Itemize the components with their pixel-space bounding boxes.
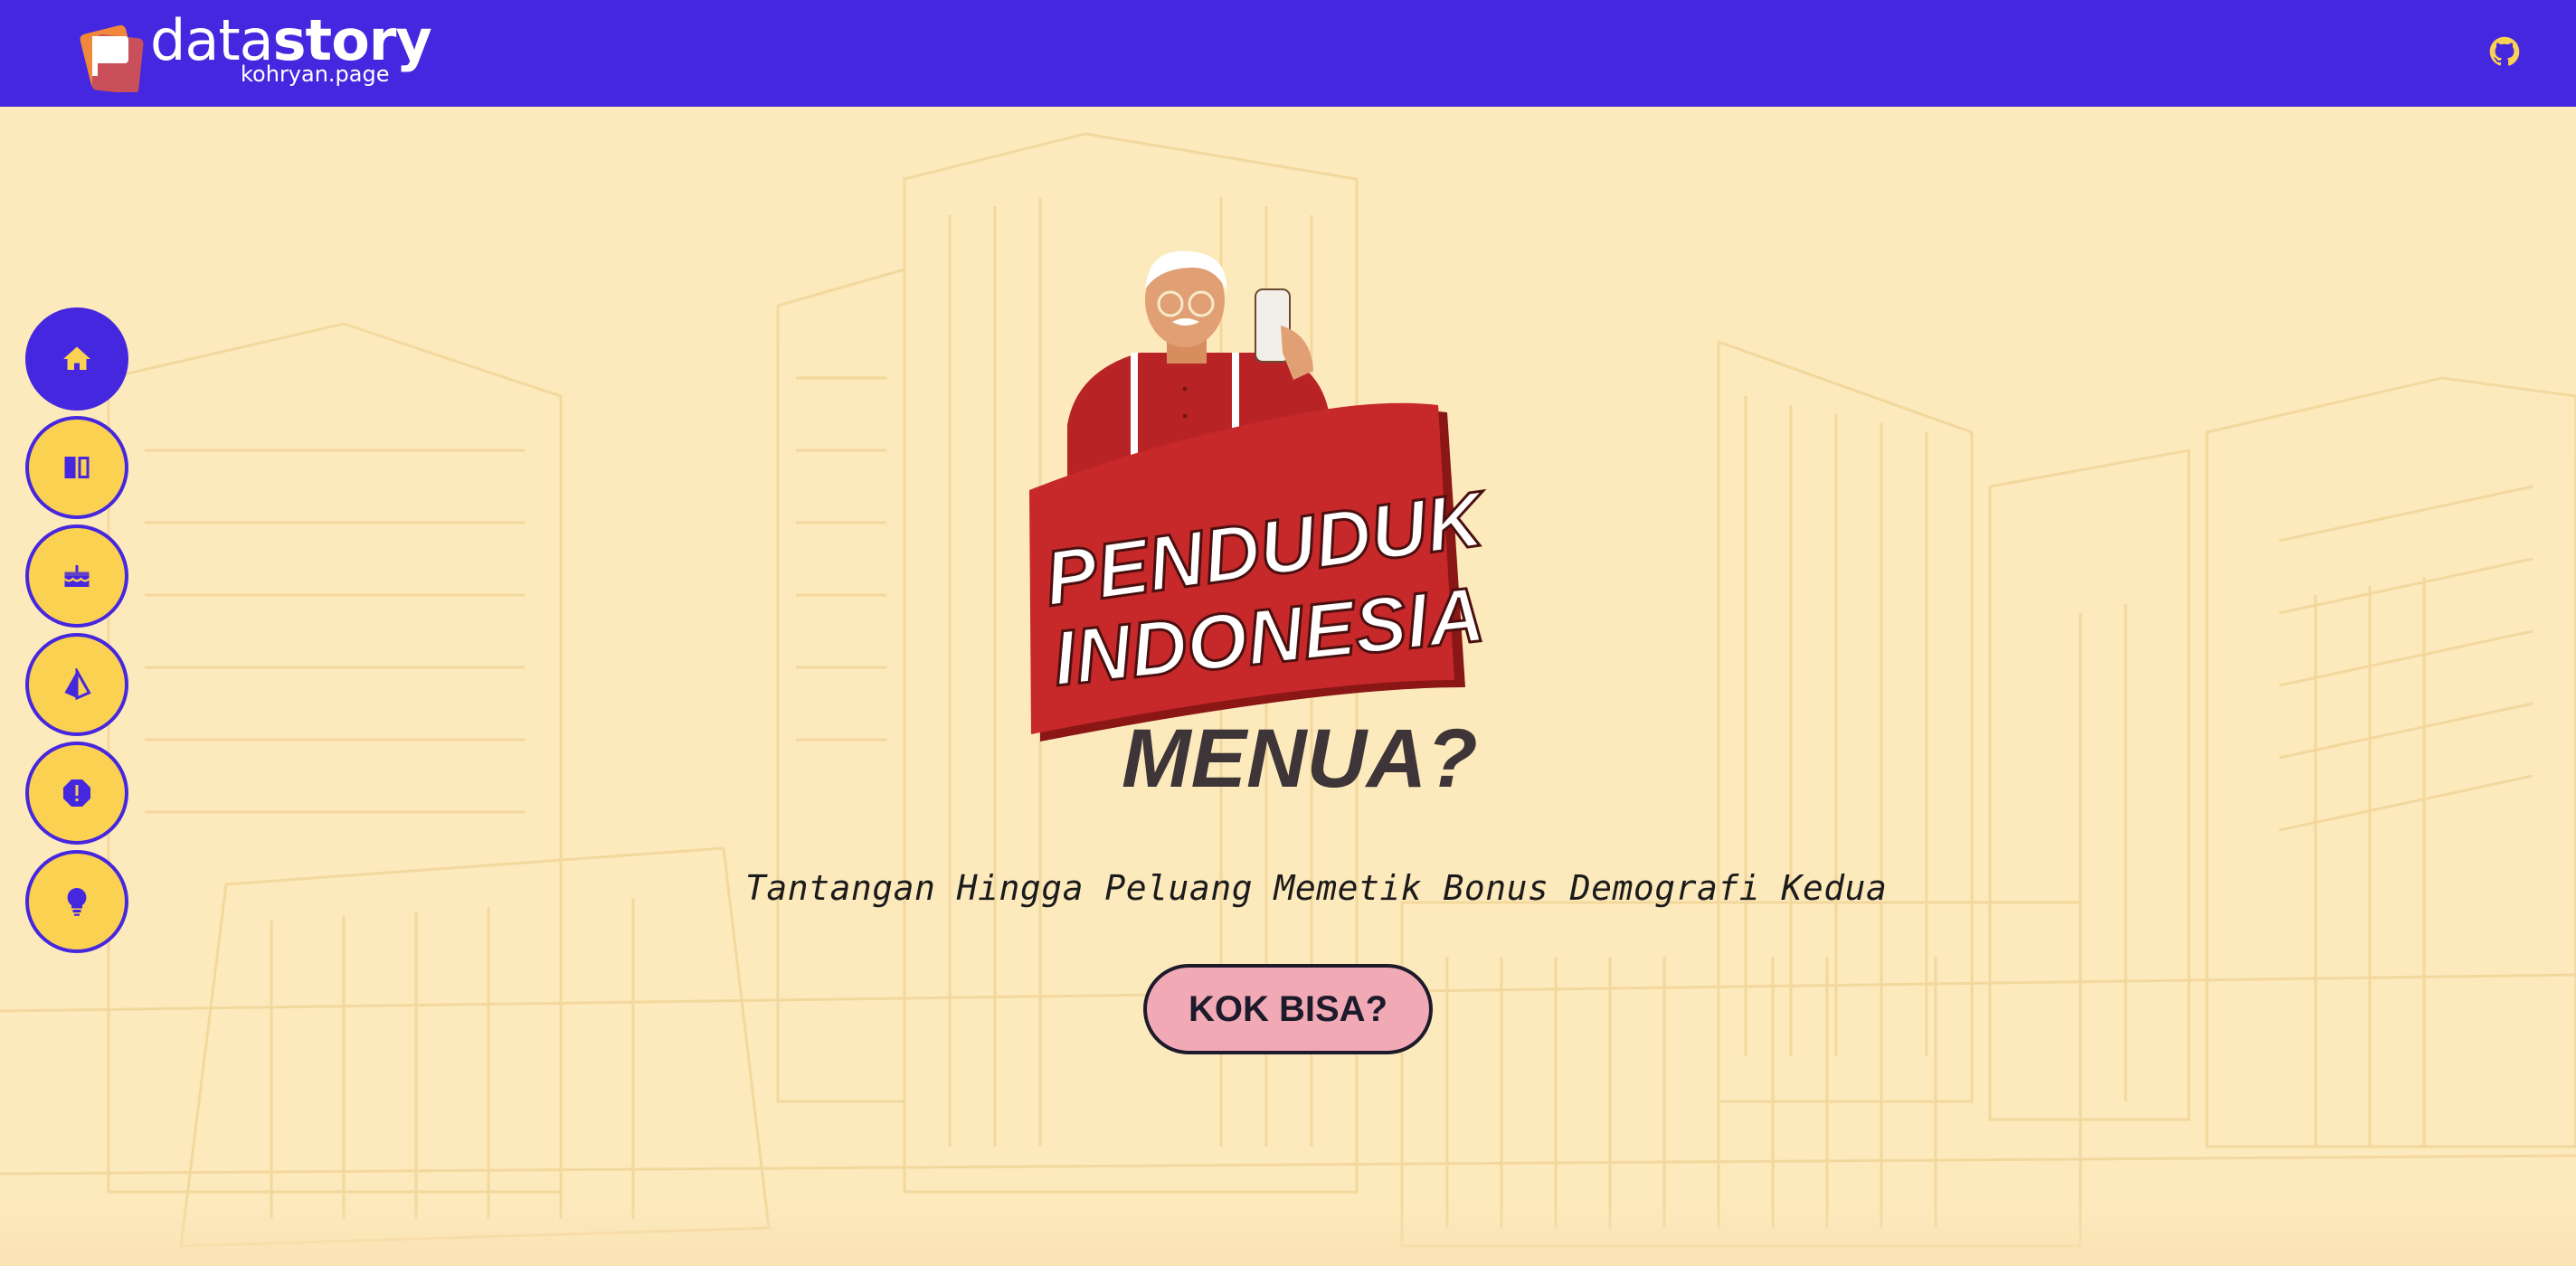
nav-button-alert[interactable] <box>25 742 128 845</box>
nav-button-prism[interactable] <box>25 633 128 736</box>
hero-illustration: PENDUDUK INDONESIA MENUA? <box>1029 250 1495 805</box>
nav-button-idea[interactable] <box>25 850 128 953</box>
brand-subtitle: kohryan.page <box>241 61 390 87</box>
home-icon <box>63 346 90 370</box>
book-icon <box>64 457 90 478</box>
nav-button-book[interactable] <box>25 416 128 519</box>
kok-bisa-button[interactable]: KOK BISA? <box>1143 964 1433 1054</box>
brand-logo-link[interactable]: datastory kohryan.page <box>80 13 441 94</box>
title-line-3: MENUA? <box>1122 713 1478 805</box>
brand-name: datastory <box>150 13 432 69</box>
bottom-fade <box>0 1203 2576 1266</box>
top-navbar: datastory kohryan.page <box>0 0 2576 107</box>
lightbulb-icon <box>67 888 87 916</box>
github-icon[interactable] <box>2489 36 2520 67</box>
alert-octagon-icon <box>63 779 90 807</box>
hero-subtitle: Tantangan Hingga Peluang Memetik Bonus D… <box>745 868 1888 908</box>
datastory-logo-icon <box>80 24 144 92</box>
page: datastory kohryan.page PENDUDUK INDONESI… <box>0 0 2576 1266</box>
prism-icon <box>64 668 91 701</box>
nav-button-cake[interactable] <box>25 524 128 628</box>
nav-button-home[interactable] <box>25 307 128 411</box>
cake-icon <box>63 565 90 587</box>
